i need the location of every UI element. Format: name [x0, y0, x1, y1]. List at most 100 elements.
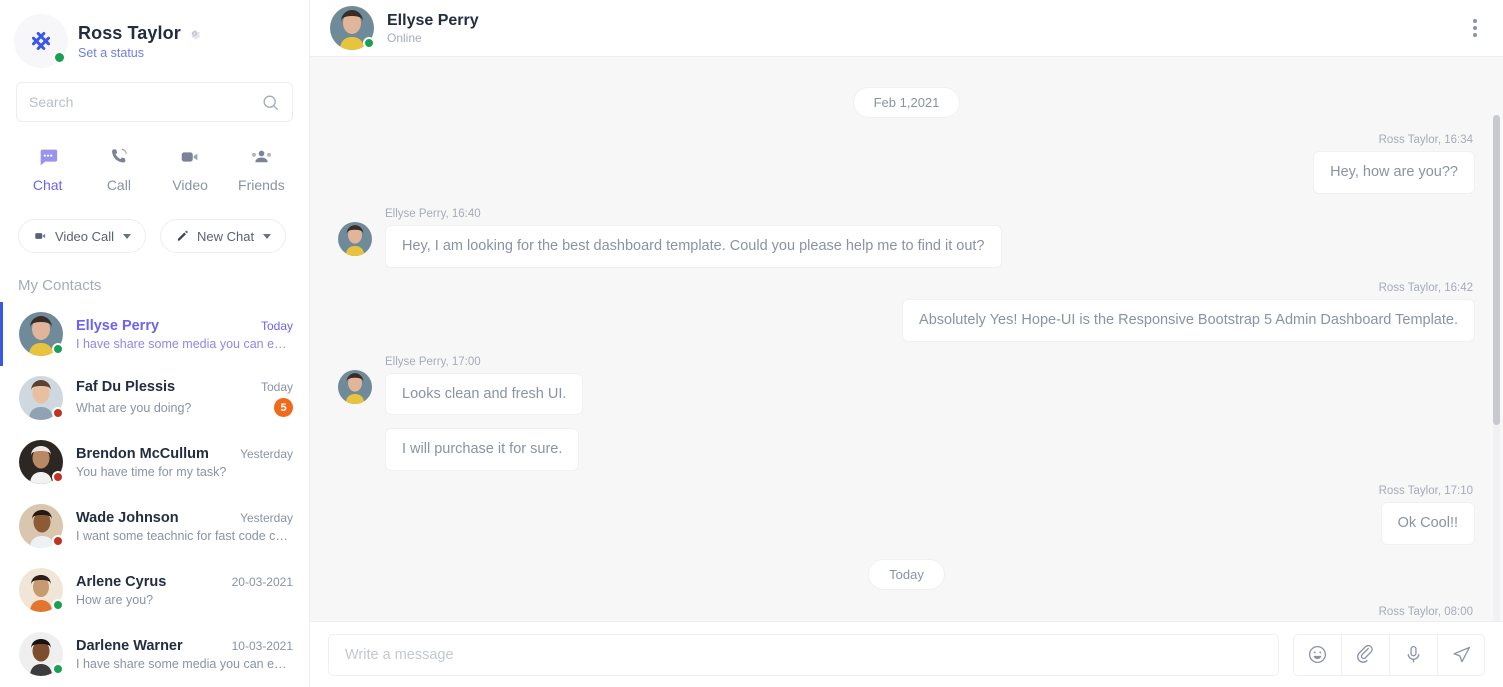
message-bubble: Absolutely Yes! Hope-UI is the Responsiv…: [902, 298, 1475, 342]
scrollbar[interactable]: [1493, 115, 1500, 621]
sidebar-action-buttons: Video Call New Chat: [0, 197, 309, 253]
chat-contact-name: Ellyse Perry: [387, 11, 479, 29]
date-divider: Today: [338, 559, 1475, 591]
avatar: [19, 312, 64, 356]
contact-body: Arlene Cyrus 20-03-2021 How are you?: [76, 574, 293, 607]
message-outgoing: Ross Taylor, 17:10 Ok Cool!!: [338, 485, 1475, 546]
search-icon[interactable]: [261, 93, 280, 112]
voice-button[interactable]: [1389, 633, 1437, 676]
avatar: [19, 440, 64, 484]
tab-video[interactable]: Video: [155, 144, 226, 193]
send-plane-icon: [1452, 646, 1470, 663]
search-section: [0, 78, 309, 122]
message-meta: Ross Taylor, 08:00: [1378, 606, 1473, 619]
contact-preview: I have share some media you can enjoy.: [76, 336, 291, 351]
tab-video-label: Video: [172, 177, 208, 193]
send-button[interactable]: [1437, 633, 1485, 676]
contact-time: 20-03-2021: [231, 574, 293, 589]
list-item[interactable]: Ellyse Perry Today I have share some med…: [0, 302, 309, 366]
tab-call[interactable]: Call: [83, 144, 154, 193]
avatar: [19, 632, 64, 676]
contact-name: Darlene Warner: [76, 637, 183, 654]
tab-friends[interactable]: Friends: [226, 144, 297, 193]
message-meta: Ellyse Perry, 16:40: [385, 207, 481, 220]
list-item[interactable]: Wade Johnson Yesterday I want some teach…: [0, 494, 309, 558]
contact-preview: I want some teachnic for fast code can..…: [76, 528, 291, 543]
contact-name: Faf Du Plessis: [76, 379, 176, 395]
presence-dot-online: [53, 51, 66, 64]
message-input[interactable]: [328, 633, 1279, 676]
presence-dot-online: [363, 37, 375, 49]
contact-body: Faf Du Plessis Today What are you doing?…: [76, 379, 293, 417]
list-item[interactable]: Darlene Warner 10-03-2021 I have share s…: [0, 622, 309, 686]
list-item[interactable]: Brendon McCullum Yesterday You have time…: [0, 430, 309, 494]
attach-button[interactable]: [1341, 633, 1389, 676]
presence-dot-busy: [52, 471, 64, 483]
message-avatar: [338, 221, 372, 256]
contact-time: Yesterday: [240, 510, 293, 525]
chat-bubble-icon: [12, 144, 83, 170]
message-column: Ellyse Perry, 16:40 Hey, I am looking fo…: [385, 208, 1002, 268]
message-meta: Ellyse Perry, 17:00: [385, 355, 481, 368]
message-list: Feb 1,2021 Ross Taylor, 16:34 Hey, how a…: [310, 57, 1503, 621]
emoji-button[interactable]: [1293, 633, 1341, 676]
list-item[interactable]: Arlene Cyrus 20-03-2021 How are you?: [0, 558, 309, 622]
contact-preview: You have time for my task?: [76, 464, 227, 479]
avatar: [19, 376, 64, 420]
tab-call-label: Call: [106, 177, 131, 193]
chat-application: Ross Taylor Set a status Search Chat Cal…: [0, 0, 1503, 687]
tab-friends-label: Friends: [238, 177, 285, 193]
gear-icon[interactable]: [187, 26, 202, 41]
sidebar-tabs: Chat Call Video Friends: [0, 122, 309, 197]
presence-dot-busy: [52, 407, 64, 419]
message-incoming: Ellyse Perry, 17:00 Looks clean and fres…: [338, 356, 1475, 472]
emoji-smiley-icon: [1308, 645, 1327, 664]
chat-header: Ellyse Perry Online: [310, 0, 1503, 57]
chat-contact-meta: Ellyse Perry Online: [387, 12, 1467, 45]
contact-body: Ellyse Perry Today I have share some med…: [76, 318, 293, 351]
message-incoming: Ellyse Perry, 16:40 Hey, I am looking fo…: [338, 208, 1475, 268]
search-input[interactable]: [29, 94, 261, 110]
new-chat-button[interactable]: New Chat: [160, 219, 287, 253]
unread-badge: 5: [274, 398, 293, 417]
video-call-label: Video Call: [55, 228, 115, 244]
phone-icon: [83, 144, 154, 170]
contact-time: Today: [260, 380, 293, 394]
presence-dot-online: [52, 343, 64, 355]
chevron-down-icon: [263, 233, 272, 239]
current-user-name: Ross Taylor: [78, 22, 181, 43]
composer-actions: [1293, 633, 1485, 676]
video-camera-icon: [35, 233, 46, 239]
contact-list: Ellyse Perry Today I have share some med…: [0, 302, 309, 687]
sidebar: Ross Taylor Set a status Search Chat Cal…: [0, 0, 310, 687]
video-call-button[interactable]: Video Call: [18, 219, 147, 253]
scrollbar-thumb[interactable]: [1493, 115, 1500, 425]
tab-chat[interactable]: Chat: [12, 144, 83, 193]
contact-name: Wade Johnson: [76, 509, 179, 526]
microphone-icon: [1407, 645, 1420, 663]
message-column: Ellyse Perry, 17:00 Looks clean and fres…: [385, 355, 584, 472]
message-bubble: I will purchase it for sure.: [385, 428, 580, 472]
new-chat-label: New Chat: [197, 228, 255, 244]
avatar: [14, 14, 68, 68]
kebab-menu-icon[interactable]: [1467, 13, 1483, 43]
set-status-link[interactable]: Set a status: [78, 46, 202, 60]
pencil-icon: [177, 230, 188, 241]
contact-name: Ellyse Perry: [76, 317, 160, 334]
contact-time: Yesterday: [240, 446, 293, 461]
contact-preview: What are you doing?: [76, 400, 192, 415]
presence-dot-busy: [52, 535, 64, 547]
message-bubble: Hey, how are you??: [1313, 151, 1475, 194]
message-meta: Ross Taylor, 17:10: [1378, 485, 1473, 498]
contact-body: Wade Johnson Yesterday I want some teach…: [76, 510, 293, 543]
message-bubble: Ok Cool!!: [1380, 502, 1475, 546]
list-item[interactable]: Faf Du Plessis Today What are you doing?…: [0, 366, 309, 430]
chat-contact-status: Online: [387, 30, 422, 45]
avatar: [19, 504, 64, 548]
search-box[interactable]: [16, 82, 293, 122]
contact-preview: I have share some media you can enjoy.: [76, 656, 291, 671]
contact-name: Brendon McCullum: [76, 445, 209, 462]
contact-body: Darlene Warner 10-03-2021 I have share s…: [76, 638, 293, 671]
message-outgoing: Ross Taylor, 16:34 Hey, how are you??: [338, 134, 1475, 194]
message-outgoing-attachment: Ross Taylor, 08:00: [338, 606, 1475, 621]
